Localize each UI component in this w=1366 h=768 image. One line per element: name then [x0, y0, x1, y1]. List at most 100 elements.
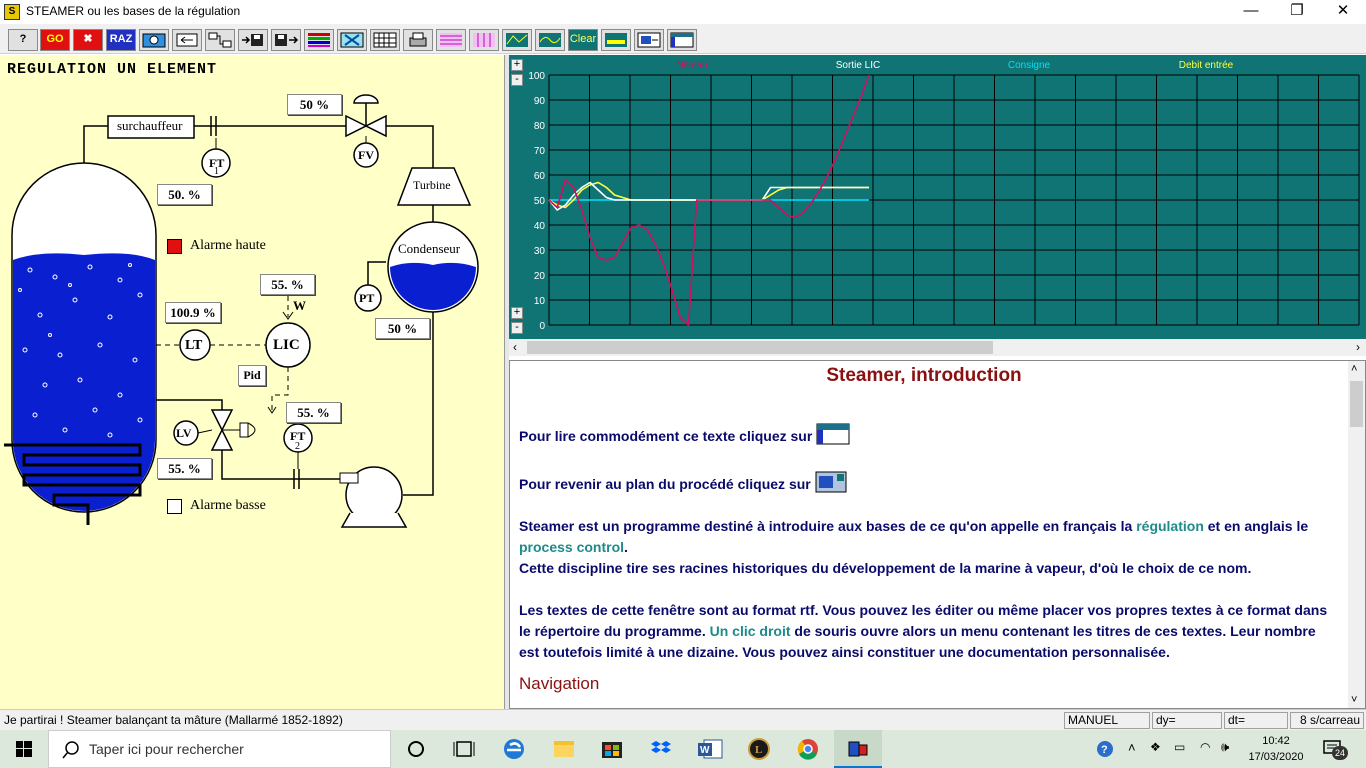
mode-indicator[interactable]: MANUEL [1064, 712, 1150, 729]
cortana-button[interactable] [392, 730, 440, 768]
help-button[interactable]: ? [8, 29, 38, 51]
condenser-value-box[interactable]: 50 % [375, 318, 430, 339]
windows-icon [16, 741, 32, 757]
zoom-in-bottom-button[interactable]: + [511, 307, 523, 319]
doc-line-plan: Pour revenir au plan du procédé cliquez … [519, 476, 811, 492]
wave-button[interactable] [535, 29, 565, 51]
start-button[interactable] [0, 730, 48, 768]
grid-icon [373, 32, 397, 48]
lt-tag: LT [185, 338, 203, 353]
vertical-lines-button[interactable] [469, 29, 499, 51]
doc-p2: Cette discipline tire ses racines histor… [519, 560, 1252, 576]
y-tick-label: 80 [534, 121, 546, 132]
doc-scroll-thumb[interactable] [1350, 381, 1363, 427]
chrome-icon [797, 739, 818, 760]
doc-title: Steamer, introduction [826, 365, 1022, 386]
read-mode-icon[interactable] [816, 423, 850, 445]
printer-icon [409, 32, 427, 47]
taskbar-chrome[interactable] [784, 730, 832, 768]
task-view-button[interactable] [440, 730, 488, 768]
ft1-value-box[interactable]: 50. % [157, 184, 212, 205]
save-icon [242, 34, 263, 46]
read-mode-icon [670, 32, 694, 48]
pt-tag: PT [359, 291, 375, 305]
tray-dropbox-icon[interactable]: ❖ [1150, 740, 1161, 754]
print-button[interactable] [403, 29, 433, 51]
taskbar-edge[interactable] [490, 730, 538, 768]
notification-center-button[interactable]: 24 [1322, 738, 1348, 760]
taskbar-lol[interactable]: L [735, 730, 783, 768]
alarm-low-indicator [167, 499, 182, 514]
level-value-box[interactable]: 100.9 % [165, 302, 221, 323]
cross-icon [340, 32, 364, 48]
colors-button[interactable] [304, 29, 334, 51]
plan-icon[interactable] [815, 471, 847, 493]
setpoint-value-box[interactable]: 55. % [260, 274, 315, 295]
tray-clock[interactable]: 10:42 17/03/2020 [1247, 733, 1305, 765]
dt-field: dt= [1224, 712, 1288, 729]
horizontal-lines-icon [440, 33, 462, 47]
fv-value-box[interactable]: 50 % [287, 94, 342, 115]
lic-tag: LIC [273, 337, 300, 353]
return-icon [176, 33, 198, 47]
minimize-button[interactable]: — [1228, 0, 1274, 24]
network-button[interactable] [205, 29, 235, 51]
zoom-in-top-button[interactable]: + [511, 59, 523, 71]
feed-value-box[interactable]: 55. % [157, 458, 212, 479]
legend-item: Consigne [1008, 60, 1051, 71]
scroll-left-icon[interactable]: ‹ [513, 340, 517, 354]
stop-button[interactable]: ✖ [73, 29, 103, 51]
chart-horizontal-scrollbar[interactable]: ‹ › [509, 339, 1366, 356]
cross-button[interactable] [337, 29, 367, 51]
help-icon: ? [1097, 741, 1113, 757]
tray-wifi-icon[interactable]: ◠ [1200, 740, 1210, 754]
taskbar-file-explorer[interactable] [540, 730, 588, 768]
notification-badge: 24 [1332, 746, 1348, 760]
scroll-up-icon[interactable]: ˄ [1351, 363, 1357, 375]
y-tick-label: 60 [534, 171, 546, 182]
pid-button[interactable]: Pid [238, 365, 266, 386]
app-icon[interactable]: S [4, 4, 20, 20]
surchauffeur-label: surchauffeur [117, 118, 183, 133]
maximize-button[interactable]: ❐ [1274, 0, 1320, 24]
doc-link-process-control[interactable]: process control [519, 539, 624, 555]
trend-button[interactable] [502, 29, 532, 51]
raz-button[interactable]: RAZ [106, 29, 136, 51]
w-label: W [293, 298, 306, 313]
return-button[interactable] [172, 29, 202, 51]
taskbar-steamer[interactable] [834, 730, 882, 768]
game-launcher-icon: L [748, 738, 770, 760]
scroll-thumb[interactable] [527, 341, 993, 354]
clear-button[interactable]: Clear [568, 29, 598, 51]
doc-vertical-scrollbar[interactable]: ˄ ˅ [1348, 361, 1365, 708]
zoom-out-top-button[interactable]: - [511, 74, 523, 86]
tray-help[interactable]: ? [1092, 730, 1118, 768]
taskbar-store[interactable] [588, 730, 636, 768]
tray-chevron-up-icon[interactable]: ˄ [1128, 740, 1136, 755]
tray-volume-icon[interactable]: 🕪 [1221, 739, 1229, 755]
open-plant-button[interactable] [139, 29, 169, 51]
taskbar-dropbox[interactable] [637, 730, 685, 768]
window-title: STEAMER ou les bases de la régulation [26, 4, 241, 18]
plan-button[interactable] [634, 29, 664, 51]
taskbar-word[interactable]: W [686, 730, 734, 768]
scroll-right-icon[interactable]: › [1356, 340, 1360, 354]
horizontal-lines-button[interactable] [436, 29, 466, 51]
save-button[interactable] [238, 29, 268, 51]
y-tick-label: 10 [534, 296, 546, 307]
doc-link-regulation[interactable]: régulation [1136, 518, 1204, 534]
lic-output-value-box[interactable]: 55. % [286, 402, 341, 423]
scroll-down-icon[interactable]: ˅ [1351, 694, 1357, 706]
alarm-high-indicator [167, 239, 182, 254]
zoom-out-bottom-button[interactable]: - [511, 322, 523, 334]
doc-link-right-click[interactable]: Un clic droit [710, 623, 791, 639]
layout-button[interactable] [601, 29, 631, 51]
close-button[interactable]: ✕ [1320, 0, 1366, 24]
grid-button[interactable] [370, 29, 400, 51]
documentation-pane[interactable]: Steamer, introduction Pour lire commodém… [509, 360, 1366, 709]
load-button[interactable] [271, 29, 301, 51]
taskbar-search-box[interactable]: Taper ici pour rechercher [48, 730, 391, 768]
read-mode-button[interactable] [667, 29, 697, 51]
go-button[interactable]: GO [40, 29, 70, 51]
tray-battery-icon[interactable]: ▭ [1174, 740, 1185, 754]
